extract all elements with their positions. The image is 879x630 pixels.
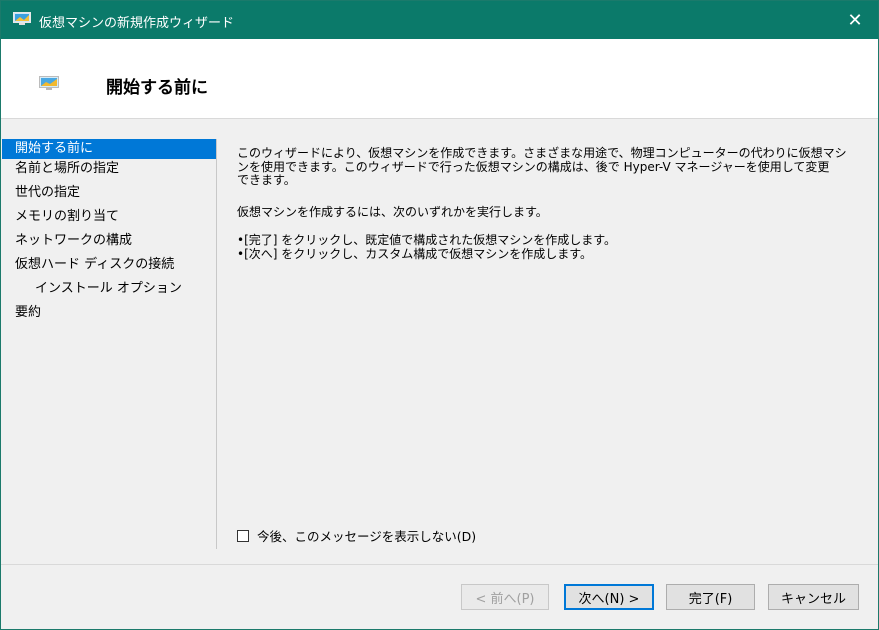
dont-show-again-checkbox[interactable] <box>237 529 249 542</box>
bullet-finish: •[完了] をクリックし、既定値で構成された仮想マシンを作成します。 <box>237 233 617 247</box>
nav-item-network[interactable]: ネットワークの構成 <box>2 231 216 255</box>
wizard-step-nav: 開始する前に 名前と場所の指定 世代の指定 メモリの割り当て ネットワークの構成… <box>2 139 217 549</box>
title-bar[interactable]: 仮想マシンの新規作成ウィザード ✕ <box>1 1 878 39</box>
intro-line-1: このウィザードにより、仮想マシンを作成できます。さまざまな用途で、物理コンピュー… <box>237 146 847 160</box>
nav-item-before-you-begin[interactable]: 開始する前に <box>2 139 216 159</box>
nav-item-memory[interactable]: メモリの割り当て <box>2 207 216 231</box>
wizard-header: 開始する前に <box>1 39 878 119</box>
finish-button[interactable]: 完了(F) <box>666 584 755 610</box>
dont-show-again-label: 今後、このメッセージを表示しない(D) <box>257 529 477 544</box>
cancel-button[interactable]: キャンセル <box>768 584 859 610</box>
content-area: このウィザードにより、仮想マシンを作成できます。さまざまな用途で、物理コンピュー… <box>237 146 862 261</box>
monitor-icon <box>39 76 59 90</box>
prev-button[interactable]: < 前へ(P) <box>461 584 549 610</box>
footer-divider <box>1 564 878 565</box>
bullet-next: •[次へ] をクリックし、カスタム構成で仮想マシンを作成します。 <box>237 246 593 261</box>
nav-item-generation[interactable]: 世代の指定 <box>2 183 216 207</box>
close-button[interactable]: ✕ <box>832 1 878 39</box>
close-icon: ✕ <box>847 9 863 31</box>
intro-line-2: ンを使用できます。このウィザードで行った仮想マシンの構成は、後で Hyper-V… <box>237 159 830 174</box>
nav-item-virtual-disk[interactable]: 仮想ハード ディスクの接続 <box>2 255 216 279</box>
monitor-icon <box>13 12 31 25</box>
dont-show-again-row[interactable]: 今後、このメッセージを表示しない(D) <box>237 526 476 545</box>
next-button[interactable]: 次へ(N) > <box>564 584 654 610</box>
intro-line-3: できます。 <box>237 173 296 187</box>
wizard-window: 仮想マシンの新規作成ウィザード ✕ 開始する前に 開始する前に 名前と場所の指定… <box>0 0 879 630</box>
intro-paragraph: このウィザードにより、仮想マシンを作成できます。さまざまな用途で、物理コンピュー… <box>237 146 862 188</box>
window-title: 仮想マシンの新規作成ウィザード <box>39 16 235 31</box>
nav-item-install-options[interactable]: インストール オプション <box>2 279 216 303</box>
instruction-paragraph: 仮想マシンを作成するには、次のいずれかを実行します。 <box>237 204 548 219</box>
nav-item-summary[interactable]: 要約 <box>2 303 216 327</box>
page-title: 開始する前に <box>106 78 208 98</box>
nav-item-name-location[interactable]: 名前と場所の指定 <box>2 159 216 183</box>
